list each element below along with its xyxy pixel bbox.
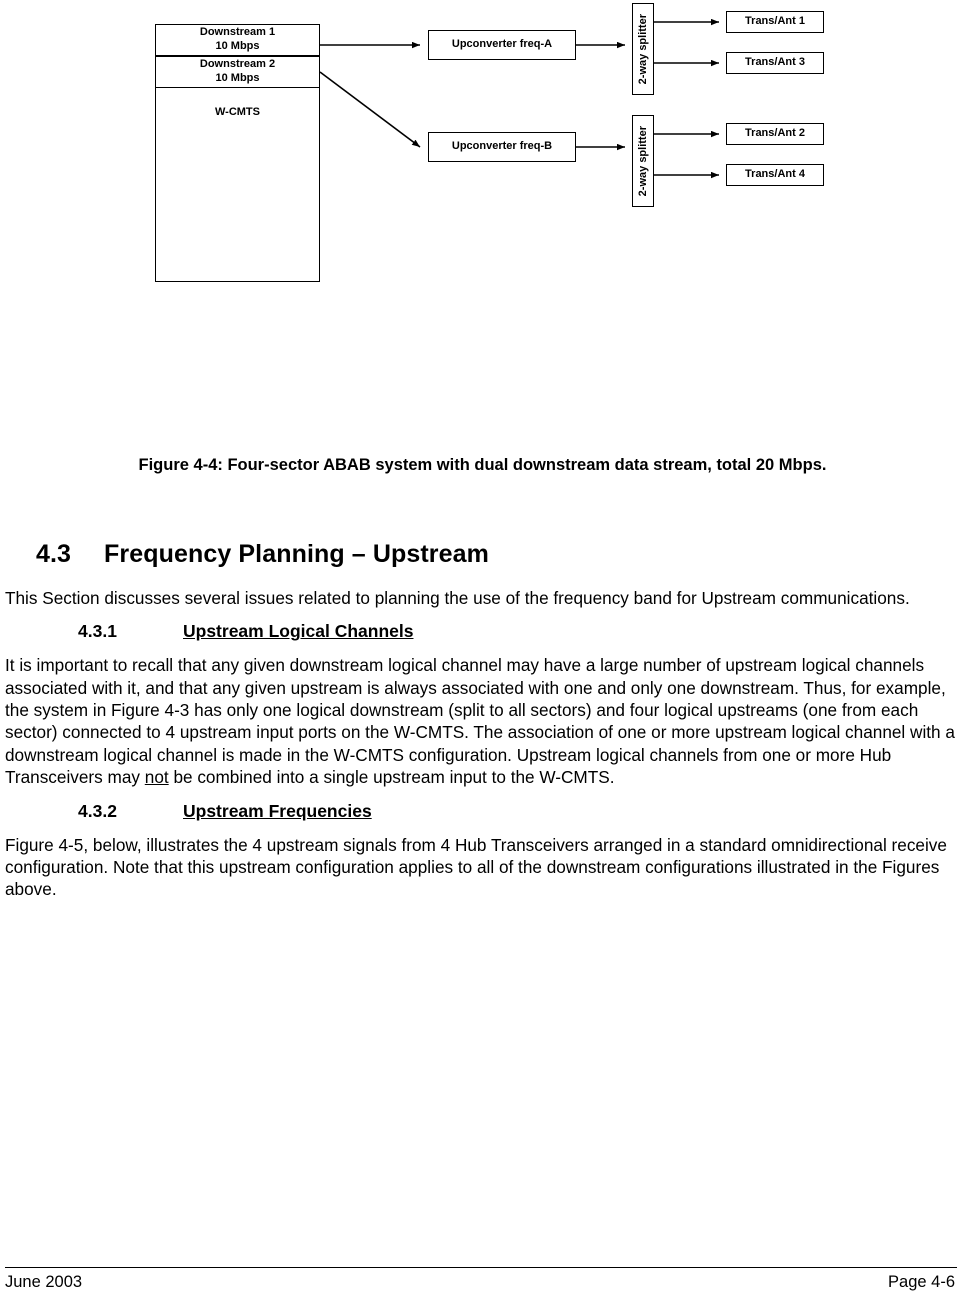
figure-caption: Figure 4-4: Four-sector ABAB system with… <box>138 456 827 474</box>
section-number: 4.3 <box>36 540 72 568</box>
section-title: Frequency Planning – Upstream <box>104 540 489 568</box>
upconverter-a-box: Upconverter freq-A <box>428 30 576 60</box>
figure-diagram: Downstream 1 10 Mbps Downstream 2 10 Mbp… <box>0 0 965 300</box>
footer-date: June 2003 <box>5 1273 83 1291</box>
trans-ant-4-box: Trans/Ant 4 <box>726 164 824 186</box>
document-content: 4.3 Frequency Planning – Upstream This Se… <box>0 540 965 901</box>
subsection-432-number: 4.3.2 <box>78 800 117 821</box>
footer-page-number: Page 4-6 <box>888 1273 955 1291</box>
page-footer: June 2003 Page 4-6 <box>0 1267 965 1291</box>
downstream-1-box: Downstream 1 10 Mbps <box>155 24 320 56</box>
two-way-splitter-1-label: 2-way splitter <box>637 13 649 85</box>
two-way-splitter-1-box: 2-way splitter <box>632 3 654 95</box>
intro-paragraph: This Section discusses several issues re… <box>5 588 910 608</box>
downstream-2-label: Downstream 2 <box>199 58 276 71</box>
downstream-1-label: Downstream 1 <box>199 26 276 39</box>
para-431-part2: be combined into a single upstream input… <box>168 767 615 788</box>
downstream-1-rate: 10 Mbps <box>215 40 260 52</box>
upconverter-b-box: Upconverter freq-B <box>428 132 576 162</box>
subsection-432-paragraph: Figure 4-5, below, illustrates the 4 ups… <box>5 834 947 900</box>
trans-ant-1-box: Trans/Ant 1 <box>726 11 824 33</box>
subsection-431-heading: 4.3.1 Upstream Logical Channels <box>0 621 965 642</box>
trans-ant-3-box: Trans/Ant 3 <box>726 52 824 74</box>
subsection-432-heading: 4.3.2 Upstream Frequencies <box>0 801 965 822</box>
para-431-emphasis: not <box>144 767 169 788</box>
two-way-splitter-2-box: 2-way splitter <box>632 115 654 207</box>
footer-divider <box>5 1267 957 1268</box>
two-way-splitter-2-label: 2-way splitter <box>637 125 649 197</box>
trans-ant-2-box: Trans/Ant 2 <box>726 123 824 145</box>
downstream-2-rate: 10 Mbps <box>215 72 260 84</box>
downstream-2-box: Downstream 2 10 Mbps <box>155 56 320 88</box>
section-heading: 4.3 Frequency Planning – Upstream <box>0 540 965 569</box>
subsection-431-title: Upstream Logical Channels <box>183 621 414 642</box>
subsection-432-title: Upstream Frequencies <box>183 800 372 821</box>
subsection-431-number: 4.3.1 <box>78 621 117 642</box>
wcmts-label: W-CMTS <box>215 106 260 118</box>
subsection-431-paragraph: It is important to recall that any given… <box>0 654 965 788</box>
